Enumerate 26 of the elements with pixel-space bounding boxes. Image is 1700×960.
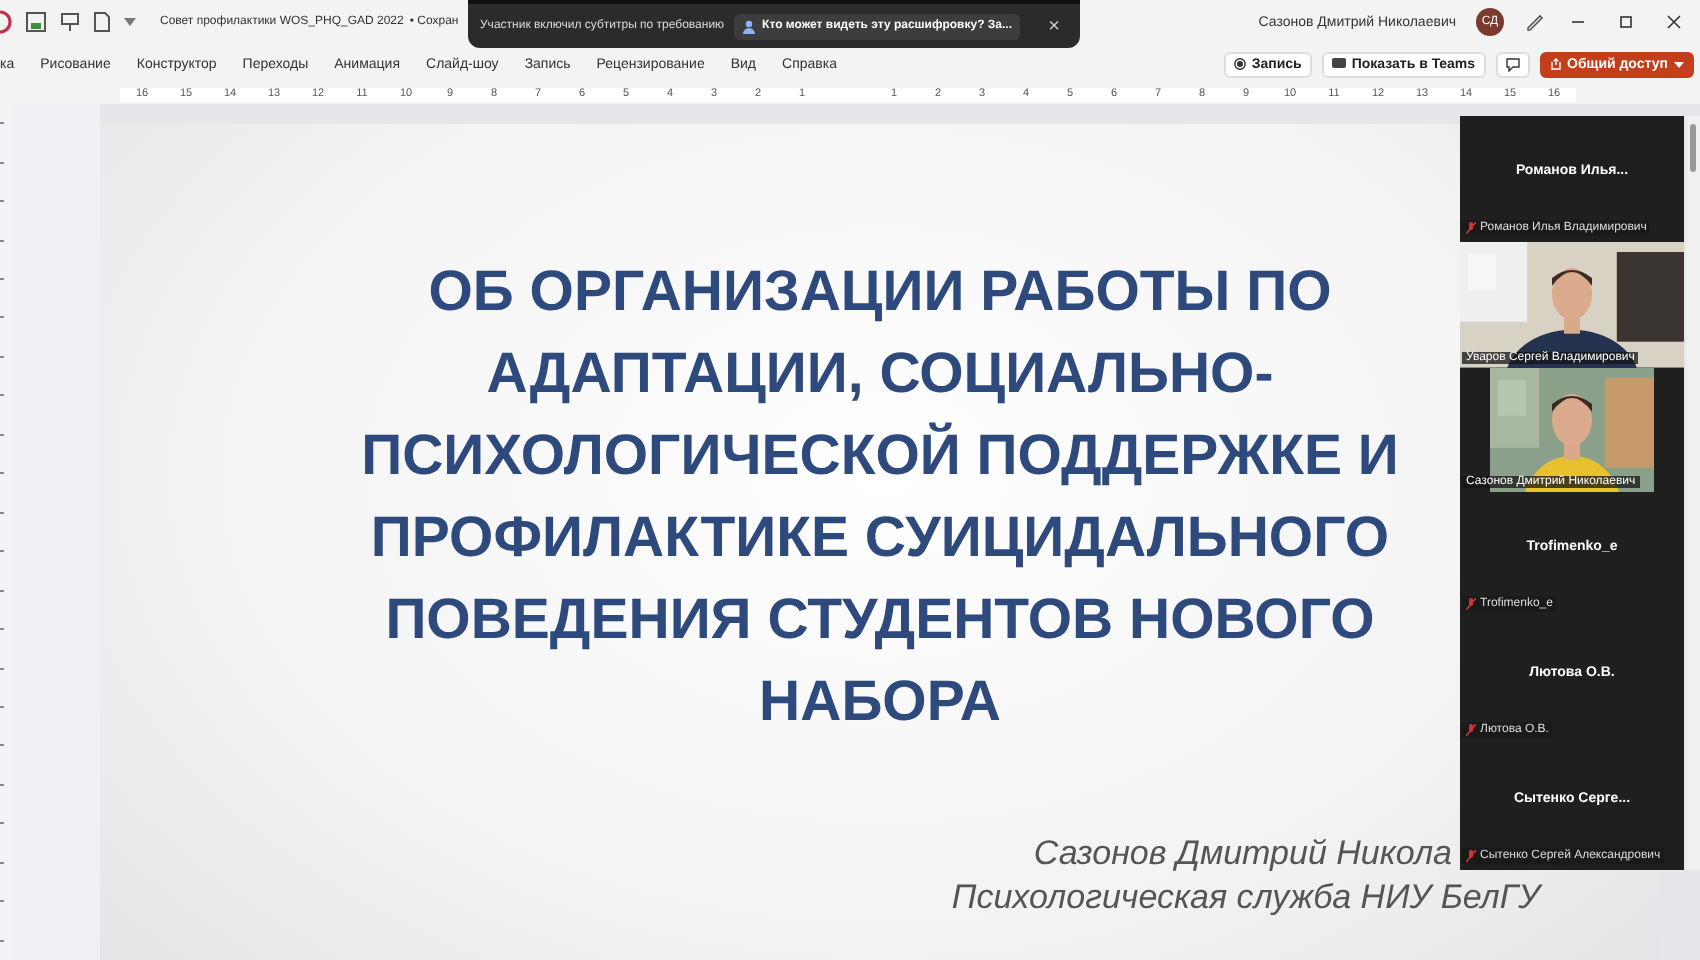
share-icon (1549, 58, 1562, 70)
dropdown-icon[interactable] (124, 18, 136, 26)
slide-title-line: ОБ ОРГАНИЗАЦИИ РАБОТЫ ПО (428, 258, 1332, 328)
slide-title-line: АДАПТАЦИИ, СОЦИАЛЬНО- (486, 340, 1274, 410)
screen-icon (1331, 58, 1346, 70)
mic-off-icon (1466, 723, 1476, 736)
slide-title-line: ПРОФИЛАКТИКЕ СУИЦИДАЛЬНОГО (370, 504, 1390, 574)
mic-off-icon (1466, 598, 1476, 611)
comment-button[interactable] (1495, 51, 1530, 77)
caret-icon (1674, 61, 1684, 67)
presenter-icon[interactable] (60, 12, 80, 32)
slide-subtitle-line: Психологическая служба НИУ БелГУ (951, 876, 1540, 920)
close-button[interactable]: × (1040, 15, 1068, 37)
person-icon (742, 19, 757, 33)
slide-title-line: ПСИХОЛОГИЧЕСКОЙ ПОДДЕРЖКЕ И (361, 420, 1399, 492)
comment-icon (1505, 57, 1520, 71)
scrollbar[interactable] (1686, 116, 1700, 870)
slide-subtitle-line: Сазонов Дмитрий Никола (1033, 832, 1452, 876)
save-icon[interactable] (26, 12, 46, 32)
mic-off-icon (1466, 221, 1476, 234)
slide-title-line: ПОВЕДЕНИЯ СТУДЕНТОВ НОВОГО (385, 586, 1375, 656)
document-icon[interactable] (94, 12, 110, 32)
pen-icon[interactable] (1524, 12, 1544, 32)
scrollbar-thumb[interactable] (1690, 124, 1696, 172)
mic-off-icon (1466, 849, 1476, 862)
slide-title-line: НАБОРА (759, 668, 1001, 738)
